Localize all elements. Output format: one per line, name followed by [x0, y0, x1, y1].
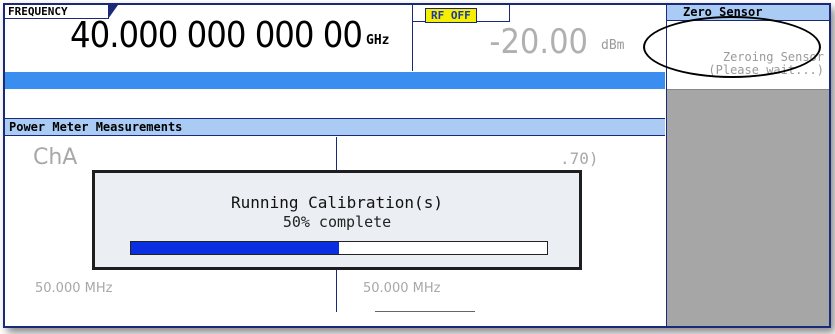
amplitude-value: -20.00	[489, 22, 588, 62]
calibration-dialog: Running Calibration(s) 50% complete	[92, 170, 582, 270]
progress-fill	[131, 242, 339, 254]
dialog-status: 50% complete	[282, 213, 392, 231]
dialog-title: Running Calibration(s)	[231, 193, 443, 212]
channel-b-value: .70)	[560, 149, 599, 168]
channel-a-frequency: 50.000 MHz	[35, 281, 113, 296]
power-meter-header: Power Meter Measurements	[5, 119, 665, 136]
separator-line	[375, 311, 475, 312]
softkey-line-2: (Please wait...)	[708, 63, 824, 77]
instrument-display: FREQUENCY 40.000 000 000 00 GHz RF OFF -…	[3, 3, 831, 328]
softkey-panel: Zero Sensor Zeroing Sensor (Please wait.…	[666, 5, 829, 326]
channel-b-frequency: 50.000 MHz	[363, 281, 441, 296]
info-row	[5, 90, 665, 119]
status-bar	[5, 72, 665, 89]
amplitude-area[interactable]: RF OFF -20.00 dBm	[412, 5, 666, 71]
zero-sensor-softkey[interactable]: Zeroing Sensor (Please wait...)	[667, 21, 829, 90]
frequency-area[interactable]: FREQUENCY 40.000 000 000 00 GHz	[5, 5, 410, 71]
amplitude-unit: dBm	[601, 38, 625, 53]
rf-off-badge: RF OFF	[425, 8, 477, 23]
progress-bar	[130, 241, 548, 255]
frequency-unit: GHz	[366, 33, 390, 48]
softkey-line-1: Zeroing Sensor	[722, 50, 824, 64]
zero-sensor-tab[interactable]: Zero Sensor	[667, 5, 829, 21]
frequency-value: 40.000 000 000 00	[70, 15, 363, 56]
channel-a-label: ChA	[33, 145, 78, 170]
